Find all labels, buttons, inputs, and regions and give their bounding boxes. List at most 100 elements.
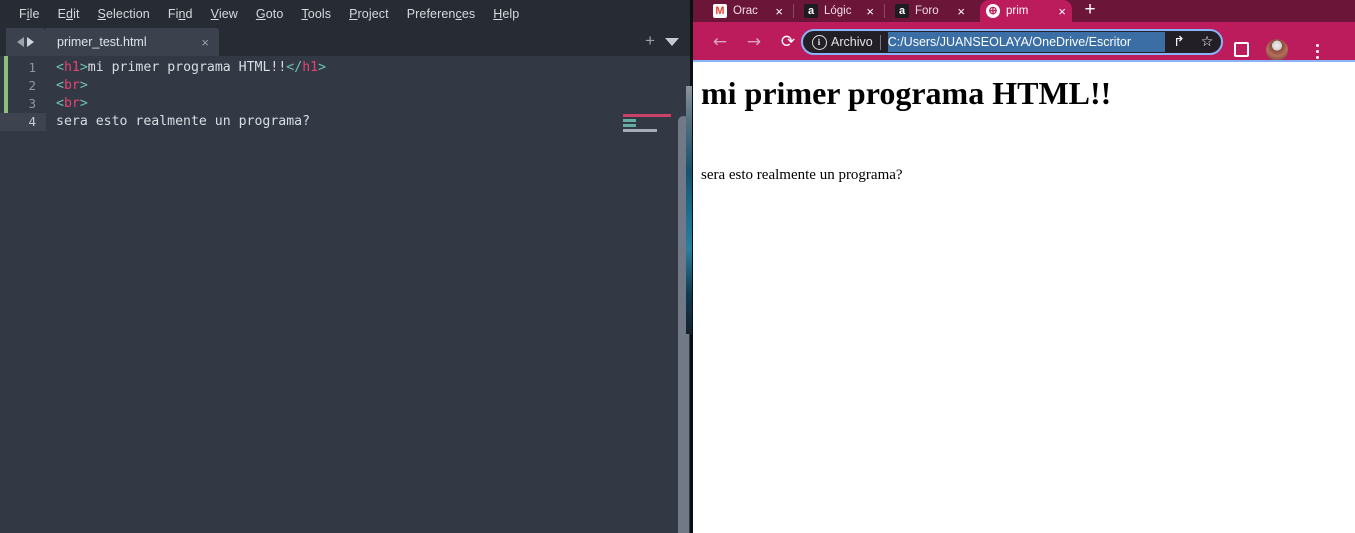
menu-item-selection[interactable]: Selection bbox=[89, 5, 159, 23]
menu-mnemonic: G bbox=[255, 7, 266, 21]
editor-menubar: File Edit Selection Find View Goto Tools Projec… bbox=[0, 0, 693, 28]
browser-toolbar: ← → ⟳ i Archivo C:/Users/JUANSEOLAYA/One… bbox=[693, 22, 1355, 62]
close-icon[interactable]: × bbox=[195, 36, 209, 49]
page-paragraph: sera esto realmente un programa? bbox=[701, 167, 903, 184]
page-content: mi primer programa HTML!! sera esto real… bbox=[693, 62, 1355, 533]
code-lines: 1 <h1>mi primer programa HTML!!</h1> 2 <br>… bbox=[0, 59, 326, 131]
side-panel-icon[interactable] bbox=[1234, 42, 1249, 57]
info-icon-glyph: i bbox=[811, 34, 827, 50]
new-tab-icon[interactable]: + bbox=[645, 32, 655, 50]
code-line[interactable]: 4 sera esto realmente un programa? bbox=[0, 113, 326, 131]
kebab-dot bbox=[1315, 49, 1319, 53]
code-token-tag: br bbox=[63, 96, 80, 111]
code-line-text: <br> bbox=[46, 77, 88, 95]
line-number: 2 bbox=[28, 78, 36, 93]
browser-tab-title: Foro bbox=[915, 5, 939, 17]
menu-item-file[interactable]: File bbox=[10, 5, 49, 23]
close-icon[interactable]: × bbox=[775, 5, 783, 18]
alura-icon: a bbox=[804, 4, 818, 18]
address-bar[interactable]: i Archivo C:/Users/JUANSEOLAYA/OneDrive/… bbox=[801, 29, 1223, 55]
browser-tab-3[interactable]: a Foro × bbox=[889, 0, 971, 22]
alura-icon: a bbox=[895, 4, 909, 18]
browser-tab-2[interactable]: a Lógic × bbox=[798, 0, 880, 22]
menu-item-edit[interactable]: Edit bbox=[49, 5, 89, 23]
menu-mnemonic: P bbox=[349, 7, 358, 21]
tab-nav-arrows[interactable] bbox=[6, 28, 44, 56]
minimap-line bbox=[623, 129, 657, 132]
menu-mnemonic: S bbox=[97, 7, 106, 21]
editor-tabbar: primer_test.html × + bbox=[0, 28, 693, 56]
browser-tab-4[interactable]: ⊕ prim × bbox=[980, 0, 1072, 22]
menu-mnemonic: d bbox=[66, 7, 74, 21]
editor-minimap[interactable] bbox=[623, 114, 675, 132]
omnibox-divider bbox=[879, 34, 881, 50]
close-icon[interactable]: × bbox=[1058, 5, 1066, 18]
code-token-tag: br bbox=[63, 78, 80, 93]
close-icon[interactable]: × bbox=[866, 5, 874, 18]
chrome-menu-icon[interactable] bbox=[1307, 40, 1327, 62]
code-line[interactable]: 1 <h1>mi primer programa HTML!!</h1> bbox=[0, 59, 326, 77]
menu-mnemonic: i bbox=[26, 7, 30, 21]
menu-item-view[interactable]: View bbox=[202, 5, 247, 23]
url-input[interactable]: C:/Users/JUANSEOLAYA/OneDrive/Escritor bbox=[887, 32, 1165, 52]
page-heading: mi primer programa HTML!! bbox=[701, 75, 1112, 111]
code-line-text: sera esto realmente un programa? bbox=[46, 113, 310, 131]
code-line-text: <br> bbox=[46, 95, 88, 113]
browser-tab-title: Lógic bbox=[824, 5, 852, 17]
menu-item-preferences[interactable]: Preferences bbox=[398, 5, 485, 23]
browser-tab-title: Orac bbox=[733, 5, 758, 17]
close-icon[interactable]: × bbox=[957, 5, 965, 18]
line-number: 3 bbox=[28, 96, 36, 111]
code-token-plain: sera esto realmente un programa? bbox=[56, 114, 311, 129]
code-line[interactable]: 2 <br> bbox=[0, 77, 326, 95]
code-line-text: <h1>mi primer programa HTML!!</h1> bbox=[46, 59, 326, 77]
editor-code-area[interactable]: 1 <h1>mi primer programa HTML!!</h1> 2 <br>… bbox=[0, 56, 693, 533]
code-token-punct: < bbox=[56, 96, 64, 111]
menu-item-goto[interactable]: Goto bbox=[247, 5, 293, 23]
code-token-punct: > bbox=[79, 96, 88, 111]
scheme-label: Archivo bbox=[831, 35, 873, 49]
menu-mnemonic: V bbox=[210, 7, 219, 21]
browser-tab-1[interactable]: M Orac × bbox=[707, 0, 789, 22]
bookmark-star-icon[interactable]: ☆ bbox=[1193, 34, 1221, 50]
menu-mnemonic: T bbox=[301, 7, 308, 21]
code-token-tag: h1 bbox=[63, 60, 80, 75]
kebab-dot bbox=[1315, 55, 1319, 59]
minimap-line bbox=[623, 119, 636, 122]
menu-item-help[interactable]: Help bbox=[484, 5, 528, 23]
chevron-down-icon[interactable] bbox=[665, 38, 679, 46]
minimap-line bbox=[623, 124, 636, 127]
menu-mnemonic: c bbox=[455, 7, 462, 21]
menu-item-tools[interactable]: Tools bbox=[292, 5, 340, 23]
background-window-sliver-gap[interactable] bbox=[686, 86, 692, 334]
tab-next-icon[interactable] bbox=[26, 37, 34, 47]
share-icon[interactable]: ↱ bbox=[1165, 34, 1193, 50]
screen: File Edit Selection Find View Goto Tools Projec… bbox=[0, 0, 1355, 533]
reload-icon[interactable]: ⟳ bbox=[773, 27, 803, 57]
site-info-icon[interactable]: i bbox=[807, 34, 831, 50]
menu-mnemonic: H bbox=[493, 7, 503, 21]
new-tab-icon[interactable]: + bbox=[1076, 0, 1104, 22]
tab-separator bbox=[793, 4, 794, 18]
code-line[interactable]: 3 <br> bbox=[0, 95, 326, 113]
code-token-tag: h1 bbox=[302, 60, 319, 75]
avatar[interactable] bbox=[1266, 39, 1288, 61]
editor-tab-primer-test[interactable]: primer_test.html × bbox=[44, 28, 219, 56]
gmail-icon: M bbox=[713, 4, 727, 18]
menu-item-project[interactable]: Project bbox=[340, 5, 398, 23]
code-token-plain: mi primer programa HTML!! bbox=[87, 60, 287, 75]
back-icon[interactable]: ← bbox=[705, 27, 735, 57]
code-token-punct: < bbox=[56, 60, 64, 75]
line-number: 4 bbox=[0, 113, 46, 131]
tab-separator bbox=[884, 4, 885, 18]
chrome-browser-window[interactable]: M Orac × a Lógic × a Foro × ⊕ prim × + ← → ⟳ i Archi… bbox=[693, 0, 1355, 533]
menu-item-find[interactable]: Find bbox=[159, 5, 202, 23]
tab-prev-icon[interactable] bbox=[16, 37, 24, 47]
kebab-dot bbox=[1315, 43, 1319, 47]
code-token-punct: > bbox=[79, 60, 88, 75]
forward-icon[interactable]: → bbox=[739, 27, 769, 57]
minimap-line bbox=[623, 114, 671, 117]
sublime-text-window[interactable]: File Edit Selection Find View Goto Tools Projec… bbox=[0, 0, 693, 533]
line-number: 1 bbox=[28, 60, 36, 75]
code-token-punct: </ bbox=[286, 60, 303, 75]
